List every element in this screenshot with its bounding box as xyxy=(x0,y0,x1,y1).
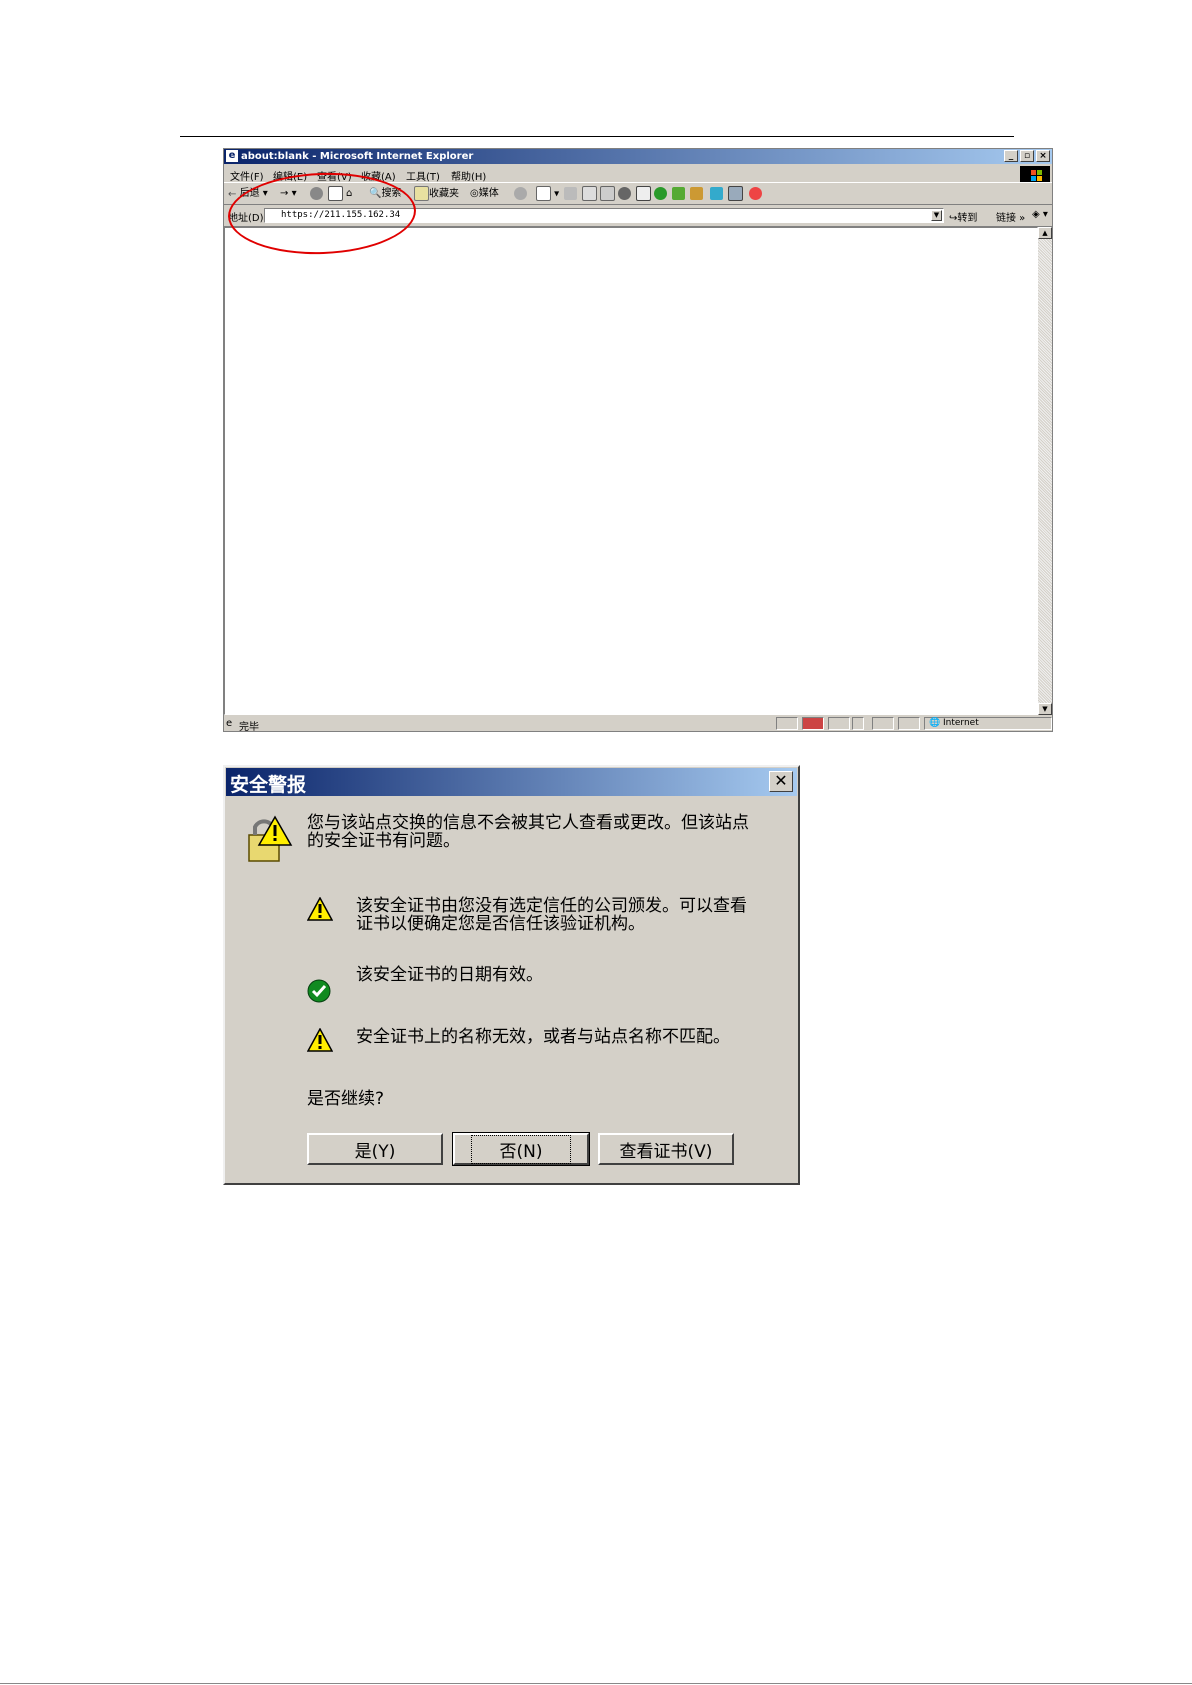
favorites-icon xyxy=(414,186,429,201)
addon4-button[interactable] xyxy=(710,186,723,202)
addon-icon xyxy=(690,186,703,200)
addon2-button[interactable] xyxy=(672,186,685,202)
status-cell xyxy=(898,717,920,730)
dialog-title: 安全警报 xyxy=(230,774,307,796)
research-button[interactable] xyxy=(636,186,651,202)
continue-question: 是否继续? xyxy=(307,1089,385,1109)
ie-logo-icon: e xyxy=(226,150,238,162)
bottom-rule xyxy=(0,1683,1192,1684)
addon3-button[interactable] xyxy=(690,186,703,202)
addon-icon xyxy=(728,186,743,201)
translate-icon[interactable]: ◈ ▾ xyxy=(1032,209,1048,220)
status-help-icon xyxy=(828,717,850,730)
print-button[interactable] xyxy=(564,186,577,202)
dialog-close-button[interactable]: ✕ xyxy=(769,771,793,792)
status-spinner-icon xyxy=(852,717,864,730)
globe-icon: 🌐 xyxy=(929,718,941,728)
status-bar: e 完毕 🌐 Internet xyxy=(224,716,1052,733)
media-icon: ◎ xyxy=(470,188,479,199)
security-alert-dialog: 安全警报 ✕ 您与该站点交换的信息不会被其它人查看或更改。但该站点 的安全证书有… xyxy=(223,765,800,1185)
back-arrow-icon: ← xyxy=(228,188,237,200)
address-dropdown-icon[interactable]: ▼ xyxy=(931,210,942,221)
addon-icon xyxy=(672,186,685,200)
research-icon xyxy=(636,186,651,201)
media-button[interactable]: ◎媒体 xyxy=(470,186,499,202)
history-icon xyxy=(514,186,527,200)
history-button[interactable] xyxy=(514,186,527,202)
discuss-icon xyxy=(600,186,615,201)
mail-button[interactable]: ▾ xyxy=(536,186,559,202)
addon-icon xyxy=(749,186,762,200)
view-certificate-button[interactable]: 查看证书(V) xyxy=(598,1133,734,1165)
windows-logo-icon xyxy=(1020,166,1050,182)
messenger-button[interactable] xyxy=(618,186,631,202)
dialog-intro-line-2: 的安全证书有问题。 xyxy=(307,831,460,851)
page-content-area[interactable] xyxy=(224,227,1038,715)
dialog-intro-line-1: 您与该站点交换的信息不会被其它人查看或更改。但该站点 xyxy=(307,813,749,833)
yes-button[interactable]: 是(Y) xyxy=(307,1133,443,1165)
edit-button[interactable] xyxy=(582,186,597,202)
links-button[interactable]: 链接 » xyxy=(996,209,1025,224)
item3-text: 安全证书上的名称无效，或者与站点名称不匹配。 xyxy=(356,1027,730,1047)
edit-icon xyxy=(582,186,597,201)
addon1-button[interactable] xyxy=(654,186,667,202)
lock-warning-icon xyxy=(248,815,293,862)
scroll-up-icon[interactable]: ▲ xyxy=(1038,227,1052,239)
flower-icon xyxy=(654,186,667,200)
print-icon xyxy=(564,186,577,200)
warning-icon xyxy=(307,897,333,921)
favorites-button[interactable]: 收藏夹 xyxy=(414,186,459,202)
messenger-icon xyxy=(618,186,631,200)
zone-cell: 🌐 Internet xyxy=(924,717,1052,730)
discuss-button[interactable] xyxy=(600,186,615,202)
menu-help[interactable]: 帮助(H) xyxy=(451,168,486,183)
status-cell xyxy=(872,717,894,730)
ie-title-bar[interactable]: e about:blank - Microsoft Internet Explo… xyxy=(224,149,1052,164)
addon-icon xyxy=(710,186,723,200)
restore-button[interactable]: ▫ xyxy=(1020,150,1034,162)
mail-icon xyxy=(536,186,551,201)
top-rule xyxy=(180,136,1014,137)
item2-text: 该安全证书的日期有效。 xyxy=(356,965,543,985)
ie-window-title: about:blank - Microsoft Internet Explore… xyxy=(241,151,474,162)
close-button[interactable]: × xyxy=(1036,150,1050,162)
status-text: 完毕 xyxy=(239,722,259,733)
addon6-button[interactable] xyxy=(749,186,762,202)
no-button[interactable]: 否(N) xyxy=(452,1132,590,1166)
item1-line-1: 该安全证书由您没有选定信任的公司颁发。可以查看 xyxy=(356,896,747,916)
menu-tools[interactable]: 工具(T) xyxy=(406,168,440,183)
go-button[interactable]: ↪转到 xyxy=(949,209,977,224)
status-cell-icon xyxy=(776,717,798,730)
minimize-button[interactable]: _ xyxy=(1004,150,1018,162)
vertical-scrollbar[interactable]: ▲ ▼ xyxy=(1038,227,1052,715)
addon5-button[interactable] xyxy=(728,186,743,202)
menu-file[interactable]: 文件(F) xyxy=(230,168,264,183)
status-security-icon xyxy=(802,717,824,730)
warning-icon xyxy=(307,1028,333,1052)
item1-line-2: 证书以便确定您是否信任该验证机构。 xyxy=(356,914,645,934)
dialog-title-bar[interactable]: 安全警报 ✕ xyxy=(226,768,797,796)
check-ok-icon xyxy=(307,979,331,1003)
scroll-down-icon[interactable]: ▼ xyxy=(1038,703,1052,715)
zone-text: Internet xyxy=(943,718,979,728)
page-done-icon: e xyxy=(226,718,233,729)
